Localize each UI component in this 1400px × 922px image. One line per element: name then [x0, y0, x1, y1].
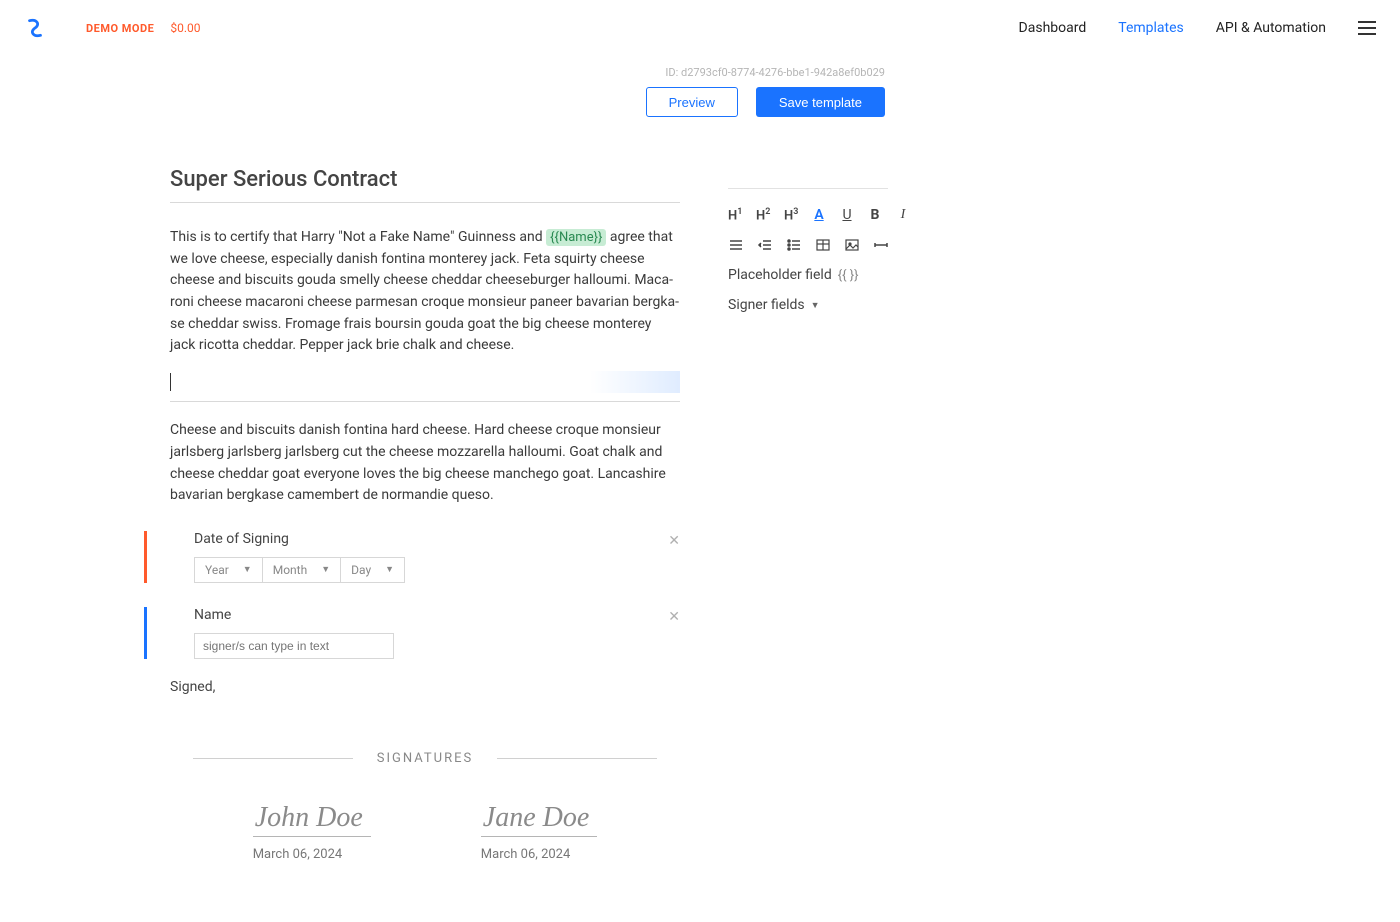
field-accent-bar [144, 607, 147, 659]
template-id-row: ID: d2793cf0-8774-4276-bbe1-942a8ef0b029 [665, 66, 885, 79]
placeholder-name-chip[interactable]: {{Name}} [546, 229, 606, 246]
template-id-value: d2793cf0-8774-4276-bbe1-942a8ef0b029 [681, 66, 885, 79]
date-field-label: Date of Signing [194, 531, 680, 547]
menu-icon[interactable] [1358, 21, 1376, 35]
text-color-button[interactable]: A [812, 207, 826, 223]
signature-2-name[interactable]: Jane Doe [481, 802, 598, 837]
align-button[interactable] [728, 237, 743, 253]
app-logo-icon[interactable] [24, 17, 46, 39]
editor-cursor-line[interactable] [170, 373, 680, 391]
signer-fields-label: Signer fields [728, 297, 805, 313]
day-select[interactable]: Day▼ [341, 557, 405, 583]
balance-amount: $0.00 [170, 21, 200, 35]
paragraph-1-text-a: This is to certify that Harry "Not a Fak… [170, 229, 546, 245]
h3-button[interactable]: H3 [784, 207, 798, 223]
bullet-list-button[interactable] [786, 237, 801, 253]
title-divider [170, 202, 680, 203]
name-field: ✕ Name [170, 607, 680, 659]
date-of-signing-field: ✕ Date of Signing Year▼ Month▼ Day▼ [170, 531, 680, 583]
remove-date-field-icon[interactable]: ✕ [668, 533, 680, 549]
paragraph-1-text-b: agree that we love cheese, especially da… [170, 229, 679, 353]
signature-1: John Doe March 06, 2024 [253, 802, 371, 862]
outdent-button[interactable] [757, 237, 772, 253]
h1-button[interactable]: H1 [728, 207, 742, 223]
h2-button[interactable]: H2 [756, 207, 770, 223]
toolbar-row-2 [728, 237, 888, 253]
document-title[interactable]: Super Serious Contract [170, 167, 680, 192]
table-button[interactable] [815, 237, 830, 253]
signer-fields-dropdown[interactable]: Signer fields ▼ [728, 297, 888, 313]
demo-mode-badge: DEMO MODE [86, 22, 154, 35]
sig-divider-right [497, 758, 657, 759]
chevron-down-icon: ▼ [811, 300, 820, 311]
signatures-heading: SIGNATURES [377, 751, 473, 766]
template-id-label: ID: [665, 66, 678, 79]
placeholder-field-button[interactable]: Placeholder field {{ }} [728, 267, 888, 283]
signature-2-date: March 06, 2024 [481, 847, 598, 862]
nav-api-automation[interactable]: API & Automation [1216, 20, 1326, 36]
name-text-input[interactable] [194, 633, 394, 659]
signed-text[interactable]: Signed, [170, 679, 680, 695]
name-field-label: Name [194, 607, 680, 623]
month-select[interactable]: Month▼ [263, 557, 341, 583]
top-nav: Dashboard Templates API & Automation [1019, 20, 1376, 36]
sig-divider-left [193, 758, 353, 759]
toolbar-divider [728, 188, 888, 189]
save-template-button[interactable]: Save template [756, 87, 885, 117]
signatures-section: SIGNATURES John Doe March 06, 2024 Jane … [170, 751, 680, 862]
nav-dashboard[interactable]: Dashboard [1019, 20, 1087, 36]
year-select[interactable]: Year▼ [194, 557, 263, 583]
preview-button[interactable]: Preview [646, 87, 738, 117]
chevron-down-icon: ▼ [385, 564, 394, 575]
underline-button[interactable]: U [840, 207, 854, 223]
signature-1-date: March 06, 2024 [253, 847, 371, 862]
bold-button[interactable]: B [868, 207, 882, 223]
section-divider [170, 401, 680, 402]
placeholder-field-label: Placeholder field [728, 267, 832, 283]
signature-2: Jane Doe March 06, 2024 [481, 802, 598, 862]
italic-button[interactable]: I [896, 207, 910, 223]
top-bar: DEMO MODE $0.00 Dashboard Templates API … [0, 0, 1400, 56]
paragraph-1[interactable]: This is to certify that Harry "Not a Fak… [170, 227, 680, 357]
page-break-button[interactable] [873, 237, 888, 253]
paragraph-2[interactable]: Cheese and biscuits danish fontina hard … [170, 420, 680, 507]
chevron-down-icon: ▼ [243, 564, 252, 575]
toolbar-row-1: H1 H2 H3 A U B I [728, 207, 888, 223]
chevron-down-icon: ▼ [321, 564, 330, 575]
remove-name-field-icon[interactable]: ✕ [668, 609, 680, 625]
image-button[interactable] [844, 237, 859, 253]
signature-1-name[interactable]: John Doe [253, 802, 371, 837]
placeholder-icon: {{ }} [838, 268, 859, 283]
field-accent-bar [144, 531, 147, 583]
nav-templates[interactable]: Templates [1118, 20, 1184, 36]
